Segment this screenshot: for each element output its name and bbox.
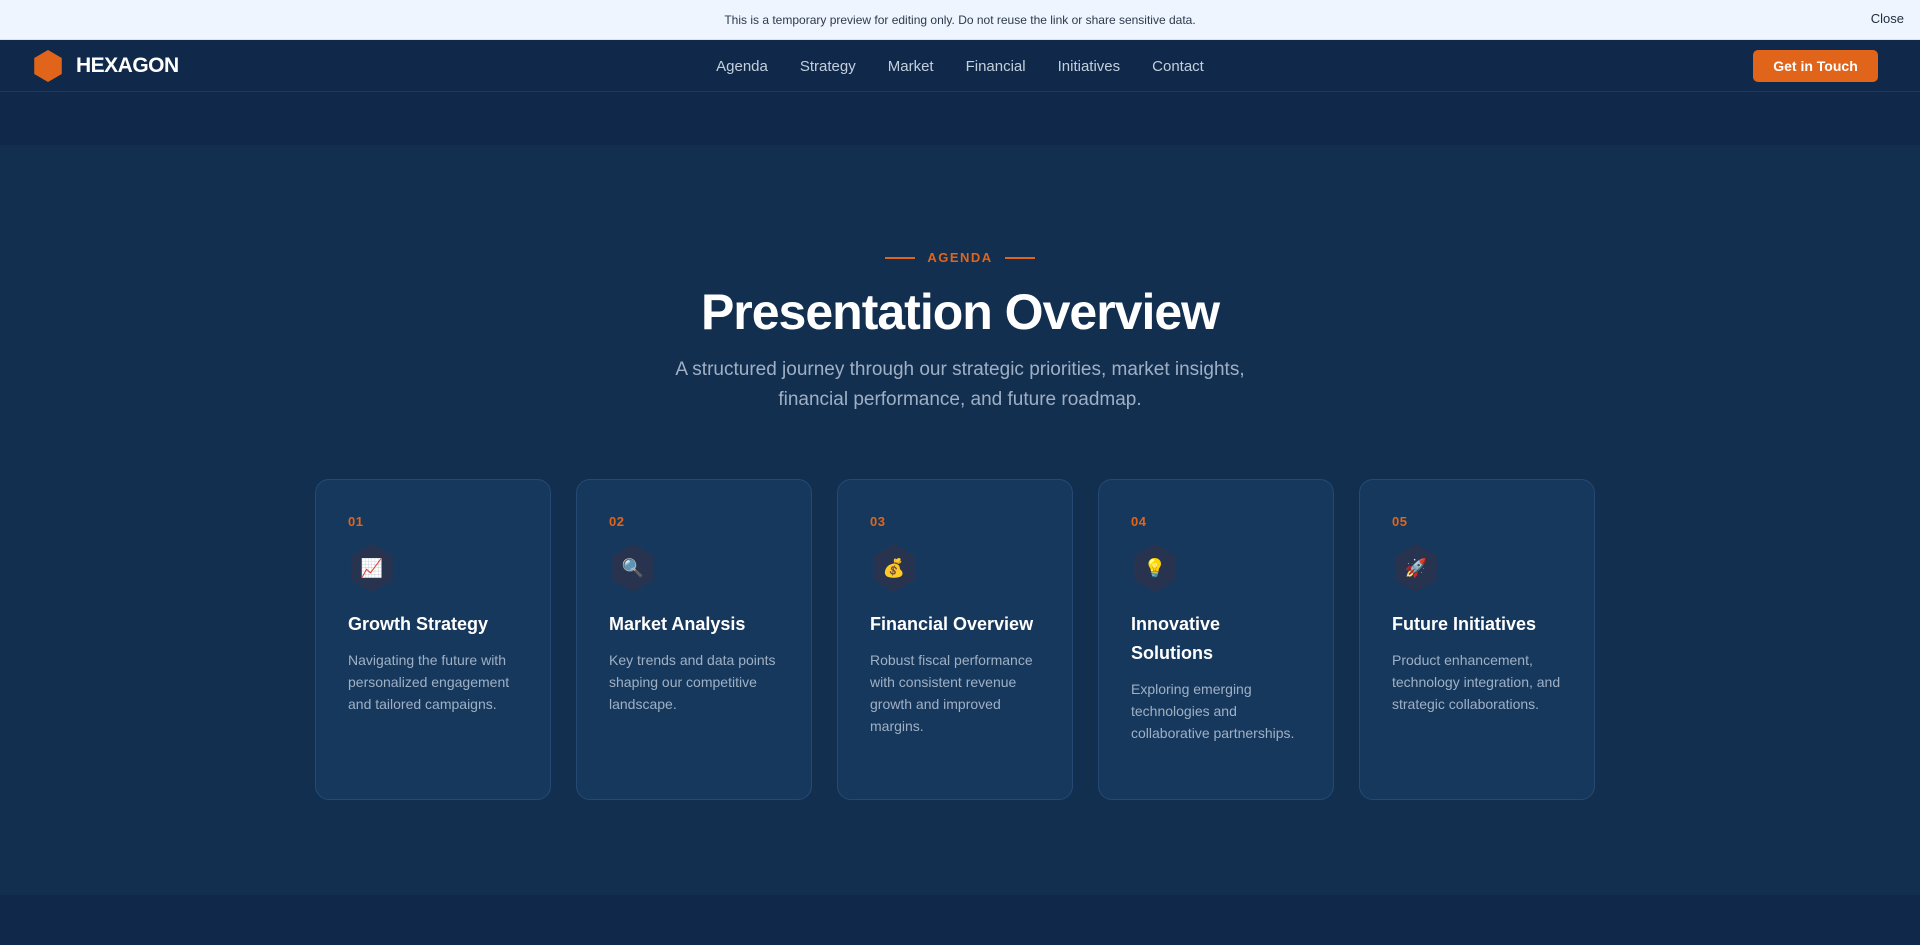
- agenda-card-financial-overview[interactable]: 03 💰 Financial Overview Robust fiscal pe…: [837, 479, 1073, 800]
- agenda-card-growth-strategy[interactable]: 01 📈 Growth Strategy Navigating the futu…: [315, 479, 551, 800]
- agenda-card-innovative-solutions[interactable]: 04 💡 Innovative Solutions Exploring emer…: [1098, 479, 1334, 800]
- card-number: 01: [348, 514, 364, 529]
- eyebrow-line-left: [885, 256, 916, 259]
- hexagon-logo-icon: [34, 50, 62, 82]
- card-description: Product enhancement, technology integrat…: [1392, 652, 1561, 712]
- money-bag-icon: 💰: [873, 544, 915, 592]
- get-in-touch-button[interactable]: Get in Touch: [1753, 50, 1878, 82]
- agenda-card-future-initiatives[interactable]: 05 🚀 Future Initiatives Product enhancem…: [1359, 479, 1595, 800]
- close-button[interactable]: Close: [1871, 11, 1904, 26]
- card-description: Key trends and data points shaping our c…: [609, 652, 776, 712]
- section-subtitle: A structured journey through our strateg…: [675, 359, 1245, 410]
- agenda-card-market-analysis[interactable]: 02 🔍 Market Analysis Key trends and data…: [576, 479, 812, 800]
- section-title: Presentation Overview: [700, 284, 1220, 340]
- navbar: HEXAGON Agenda Strategy Market Financial…: [0, 40, 1920, 92]
- brand-name: HEXAGON: [76, 54, 179, 77]
- main-nav: Agenda Strategy Market Financial Initiat…: [0, 40, 1920, 92]
- rocket-icon: 🚀: [1395, 544, 1437, 592]
- card-description: Robust fiscal performance with consisten…: [870, 652, 1033, 734]
- agenda-section: AGENDA Presentation Overview A structure…: [0, 145, 1920, 895]
- card-description: Exploring emerging technologies and coll…: [1131, 681, 1295, 741]
- nav-link-market[interactable]: Market: [888, 58, 934, 75]
- nav-link-initiatives[interactable]: Initiatives: [1058, 58, 1121, 75]
- nav-link-agenda[interactable]: Agenda: [716, 58, 768, 75]
- nav-link-strategy[interactable]: Strategy: [800, 58, 856, 75]
- eyebrow-label: AGENDA: [927, 250, 993, 265]
- card-title: Growth Strategy: [348, 614, 489, 634]
- top-band: [0, 92, 1920, 145]
- eyebrow-line-right: [1004, 256, 1035, 259]
- card-number: 05: [1392, 514, 1408, 529]
- chart-increasing-icon: 📈: [351, 544, 393, 592]
- section-eyebrow: AGENDA: [0, 250, 1920, 265]
- card-description: Navigating the future with personalized …: [348, 652, 510, 712]
- card-number: 03: [870, 514, 886, 529]
- preview-banner-text: This is a temporary preview for editing …: [724, 12, 1196, 27]
- bottom-band: [0, 895, 1920, 945]
- preview-banner: This is a temporary preview for editing …: [0, 0, 1920, 40]
- magnifying-glass-icon: 🔍: [612, 544, 654, 592]
- card-title: Innovative Solutions: [1131, 614, 1221, 663]
- card-number: 04: [1131, 514, 1147, 529]
- brand-logo[interactable]: HEXAGON: [32, 50, 179, 82]
- card-title: Future Initiatives: [1392, 614, 1537, 634]
- light-bulb-icon: 💡: [1134, 544, 1176, 592]
- card-title: Financial Overview: [870, 614, 1034, 634]
- nav-link-financial[interactable]: Financial: [966, 58, 1026, 75]
- card-number: 02: [609, 514, 625, 529]
- card-title: Market Analysis: [609, 614, 746, 634]
- nav-link-contact[interactable]: Contact: [1152, 58, 1204, 75]
- agenda-cards: 01 📈 Growth Strategy Navigating the futu…: [315, 479, 1595, 800]
